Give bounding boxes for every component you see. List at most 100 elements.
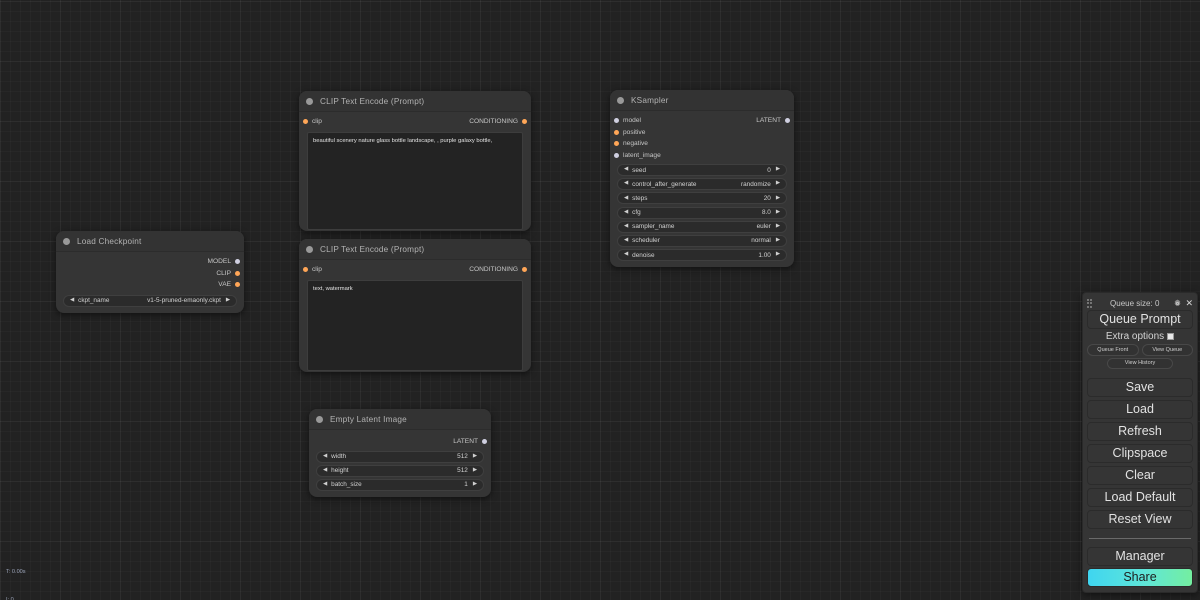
- node-title-bar[interactable]: Load Checkpoint: [56, 231, 244, 252]
- prompt-textarea-positive[interactable]: beautiful scenery nature glass bottle la…: [307, 132, 523, 230]
- chevron-right-icon[interactable]: ▶: [226, 297, 230, 303]
- node-title-bar[interactable]: CLIP Text Encode (Prompt): [299, 239, 531, 260]
- chevron-right-icon[interactable]: ▶: [776, 181, 780, 187]
- chevron-left-icon[interactable]: ◀: [70, 297, 74, 303]
- widget-value[interactable]: 20: [764, 195, 771, 202]
- input-slot-model[interactable]: model: [610, 115, 641, 127]
- widget-value[interactable]: 1.00: [758, 252, 770, 259]
- node-collapse-icon[interactable]: [316, 415, 323, 423]
- slot-pip-negative[interactable]: [614, 141, 619, 147]
- output-slot-conditioning[interactable]: CONDITIONING: [469, 264, 531, 276]
- widget-ckpt-name[interactable]: ◀ ckpt_name v1-5-pruned-emaonly.ckpt ▶: [63, 294, 237, 307]
- prompt-textarea-negative[interactable]: text, watermark: [307, 280, 523, 371]
- slot-pip-model[interactable]: [614, 118, 619, 124]
- widget-value[interactable]: normal: [751, 237, 771, 244]
- clear-button[interactable]: Clear: [1087, 466, 1193, 485]
- node-title-bar[interactable]: CLIP Text Encode (Prompt): [299, 91, 531, 112]
- widget-control-after-generate[interactable]: ◀ control_after_generate randomize ▶: [617, 178, 787, 191]
- node-collapse-icon[interactable]: [306, 97, 313, 105]
- slot-pip-latent[interactable]: [482, 439, 487, 445]
- widget-value[interactable]: v1-5-pruned-emaonly.ckpt: [147, 297, 221, 304]
- chevron-right-icon[interactable]: ▶: [473, 453, 477, 459]
- slot-pip-latent[interactable]: [785, 118, 790, 124]
- output-slot-latent[interactable]: LATENT: [756, 115, 794, 127]
- chevron-left-icon[interactable]: ◀: [624, 181, 628, 187]
- node-clip-text-encode-negative[interactable]: CLIP Text Encode (Prompt) clip CONDITION…: [299, 239, 531, 372]
- slot-pip-clip[interactable]: [235, 270, 240, 276]
- output-slot-clip[interactable]: CLIP: [56, 268, 244, 280]
- workflow-canvas[interactable]: Load Checkpoint MODEL CLIP VAE ◀ ckpt_na…: [0, 0, 1200, 600]
- output-slot-conditioning[interactable]: CONDITIONING: [469, 116, 531, 128]
- node-empty-latent-image[interactable]: Empty Latent Image LATENT ◀ width 512 ▶ …: [309, 409, 491, 497]
- slot-pip-clip[interactable]: [303, 267, 308, 273]
- output-slot-vae[interactable]: VAE: [56, 279, 244, 291]
- chevron-left-icon[interactable]: ◀: [323, 453, 327, 459]
- widget-height[interactable]: ◀ height 512 ▶: [316, 464, 484, 477]
- clipspace-button[interactable]: Clipspace: [1087, 444, 1193, 463]
- widget-batch-size[interactable]: ◀ batch_size 1 ▶: [316, 478, 484, 491]
- widget-value[interactable]: 512: [457, 467, 468, 474]
- widget-sampler-name[interactable]: ◀ sampler_name euler ▶: [617, 220, 787, 233]
- refresh-button[interactable]: Refresh: [1087, 422, 1193, 441]
- close-icon[interactable]: ✕: [1185, 299, 1193, 308]
- chevron-right-icon[interactable]: ▶: [473, 481, 477, 487]
- slot-pip-clip[interactable]: [303, 119, 308, 125]
- input-slot-clip[interactable]: clip: [299, 116, 322, 128]
- widget-cfg[interactable]: ◀ cfg 8.0 ▶: [617, 206, 787, 219]
- widget-width[interactable]: ◀ width 512 ▶: [316, 450, 484, 463]
- chevron-left-icon[interactable]: ◀: [624, 166, 628, 172]
- input-slot-negative[interactable]: negative: [610, 138, 794, 150]
- widget-steps[interactable]: ◀ steps 20 ▶: [617, 192, 787, 205]
- load-button[interactable]: Load: [1087, 400, 1193, 419]
- node-collapse-icon[interactable]: [617, 96, 624, 104]
- slot-pip-latent-image[interactable]: [614, 152, 619, 158]
- load-default-button[interactable]: Load Default: [1087, 488, 1193, 507]
- chevron-right-icon[interactable]: ▶: [776, 166, 780, 172]
- view-history-button[interactable]: View History: [1107, 357, 1173, 369]
- chevron-left-icon[interactable]: ◀: [624, 209, 628, 215]
- widget-value[interactable]: 0: [767, 167, 771, 174]
- manager-button[interactable]: Manager: [1087, 547, 1193, 566]
- slot-pip-conditioning[interactable]: [522, 267, 527, 273]
- slot-pip-model[interactable]: [235, 259, 240, 265]
- chevron-left-icon[interactable]: ◀: [624, 195, 628, 201]
- node-collapse-icon[interactable]: [63, 237, 70, 245]
- slot-pip-positive[interactable]: [614, 129, 619, 135]
- chevron-right-icon[interactable]: ▶: [776, 223, 780, 229]
- gear-icon[interactable]: [1173, 299, 1182, 308]
- node-title-bar[interactable]: Empty Latent Image: [309, 409, 491, 430]
- widget-value[interactable]: 1: [464, 481, 468, 488]
- input-slot-clip[interactable]: clip: [299, 264, 322, 276]
- widget-value[interactable]: randomize: [741, 181, 771, 188]
- input-slot-latent-image[interactable]: latent_image: [610, 150, 794, 162]
- chevron-left-icon[interactable]: ◀: [624, 252, 628, 258]
- widget-seed[interactable]: ◀ seed 0 ▶: [617, 164, 787, 176]
- chevron-right-icon[interactable]: ▶: [776, 252, 780, 258]
- save-button[interactable]: Save: [1087, 378, 1193, 397]
- widget-value[interactable]: euler: [757, 223, 771, 230]
- extra-options-checkbox[interactable]: [1167, 333, 1175, 340]
- reset-view-button[interactable]: Reset View: [1087, 510, 1193, 529]
- share-button[interactable]: Share: [1087, 568, 1193, 587]
- node-ksampler[interactable]: KSampler model LATENT positive negative: [610, 90, 794, 268]
- widget-scheduler[interactable]: ◀ scheduler normal ▶: [617, 234, 787, 247]
- output-slot-model[interactable]: MODEL: [56, 256, 244, 268]
- view-queue-button[interactable]: View Queue: [1141, 344, 1193, 356]
- menu-header[interactable]: Queue size: 0 ✕: [1087, 297, 1193, 310]
- chevron-left-icon[interactable]: ◀: [624, 223, 628, 229]
- node-title-bar[interactable]: KSampler: [610, 90, 794, 111]
- drag-handle-icon[interactable]: [1087, 299, 1093, 308]
- chevron-left-icon[interactable]: ◀: [323, 467, 327, 473]
- chevron-right-icon[interactable]: ▶: [473, 467, 477, 473]
- slot-pip-vae[interactable]: [235, 282, 240, 288]
- chevron-right-icon[interactable]: ▶: [776, 209, 780, 215]
- queue-front-button[interactable]: Queue Front: [1087, 344, 1139, 356]
- queue-prompt-button[interactable]: Queue Prompt: [1087, 310, 1193, 329]
- input-slot-positive[interactable]: positive: [610, 127, 794, 139]
- chevron-left-icon[interactable]: ◀: [624, 237, 628, 243]
- chevron-left-icon[interactable]: ◀: [323, 481, 327, 487]
- output-slot-latent[interactable]: LATENT: [309, 436, 491, 448]
- chevron-right-icon[interactable]: ▶: [776, 195, 780, 201]
- widget-denoise[interactable]: ◀ denoise 1.00 ▶: [617, 249, 787, 262]
- node-load-checkpoint[interactable]: Load Checkpoint MODEL CLIP VAE ◀ ckpt_na…: [56, 231, 244, 313]
